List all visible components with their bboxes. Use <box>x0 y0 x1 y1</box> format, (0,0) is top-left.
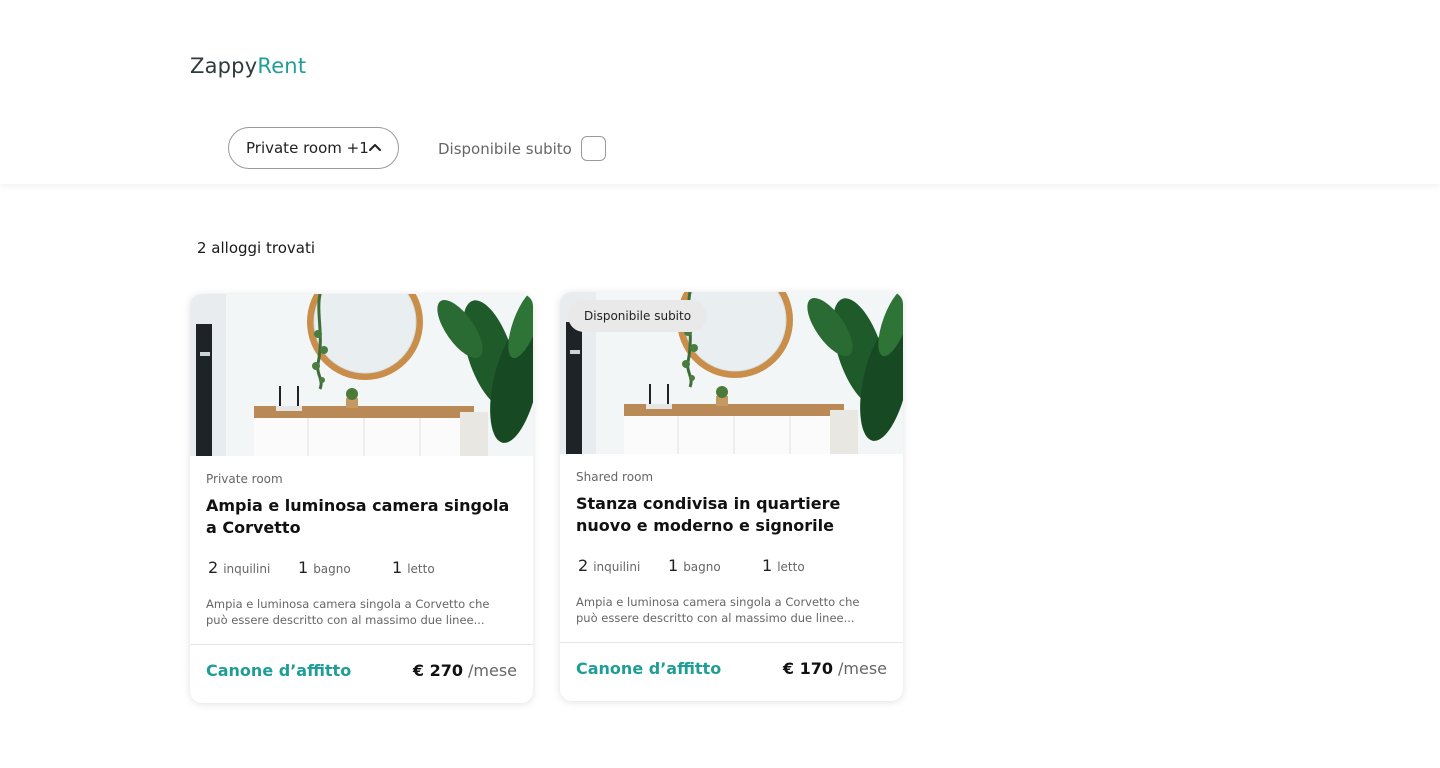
listing-stats: 2 inquilini 1 bagno 1 letto <box>576 556 896 580</box>
listing-photo[interactable] <box>190 294 533 456</box>
top-header: ZappyRent Private room +1 Disponibile su… <box>0 0 1440 184</box>
card-divider <box>190 644 533 645</box>
listing-title[interactable]: Ampia e luminosa camera singola a Corvet… <box>206 495 516 539</box>
tenants-label: inquilini <box>593 560 641 574</box>
logo-text-dark: Zappy <box>190 54 258 78</box>
bed-count: 1 <box>392 558 403 577</box>
listing-price: € 170 /mese <box>783 659 887 678</box>
listing-stats: 2 inquilini 1 bagno 1 letto <box>206 558 526 582</box>
tenants-count: 2 <box>578 556 589 575</box>
bed-stat: 1 letto <box>392 558 435 577</box>
listing-description: Ampia e luminosa camera singola a Corvet… <box>576 595 860 625</box>
available-now-checkbox[interactable] <box>580 136 606 161</box>
bathroom-stat: 1 bagno <box>668 556 721 575</box>
price-period: /mese <box>838 659 887 678</box>
zappyrent-logo[interactable]: ZappyRent <box>190 54 306 78</box>
available-now-filter[interactable]: Disponibile subito <box>438 136 606 161</box>
room-type-filter-button[interactable]: Private room +1 <box>228 127 399 169</box>
available-now-badge: Disponibile subito <box>568 300 708 332</box>
room-type-label: Private room <box>206 472 283 486</box>
bathroom-count: 1 <box>298 558 309 577</box>
bed-count: 1 <box>762 556 773 575</box>
listing-card[interactable]: Disponibile subito Shared room Stanza co… <box>560 292 903 701</box>
listing-photo[interactable]: Disponibile subito <box>560 292 903 454</box>
price-period: /mese <box>468 661 517 680</box>
room-type-label: Shared room <box>576 470 654 484</box>
rent-label[interactable]: Canone d’affitto <box>206 661 351 680</box>
logo-text-accent: Rent <box>257 54 307 78</box>
results-count: 2 alloggi trovati <box>197 239 316 257</box>
bed-label: letto <box>777 560 805 574</box>
bathroom-count: 1 <box>668 556 679 575</box>
listing-description: Ampia e luminosa camera singola a Corvet… <box>206 597 490 627</box>
tenants-count: 2 <box>208 558 219 577</box>
chevron-up-icon <box>369 144 381 151</box>
price-amount: € 170 <box>782 659 833 678</box>
tenants-stat: 2 inquilini <box>208 558 270 577</box>
room-type-filter-label: Private room +1 <box>246 139 369 157</box>
listing-price: € 270 /mese <box>413 661 517 680</box>
tenants-stat: 2 inquilini <box>578 556 640 575</box>
rent-label[interactable]: Canone d’affitto <box>576 659 721 678</box>
tenants-label: inquilini <box>223 562 271 576</box>
card-divider <box>560 642 903 643</box>
available-now-label: Disponibile subito <box>438 139 572 158</box>
bed-stat: 1 letto <box>762 556 805 575</box>
bed-label: letto <box>407 562 435 576</box>
price-amount: € 270 <box>412 661 463 680</box>
bathroom-label: bagno <box>313 562 351 576</box>
listing-card[interactable]: Private room Ampia e luminosa camera sin… <box>190 294 533 703</box>
bathroom-stat: 1 bagno <box>298 558 351 577</box>
bathroom-label: bagno <box>683 560 721 574</box>
listing-title[interactable]: Stanza condivisa in quartiere nuovo e mo… <box>576 493 886 537</box>
